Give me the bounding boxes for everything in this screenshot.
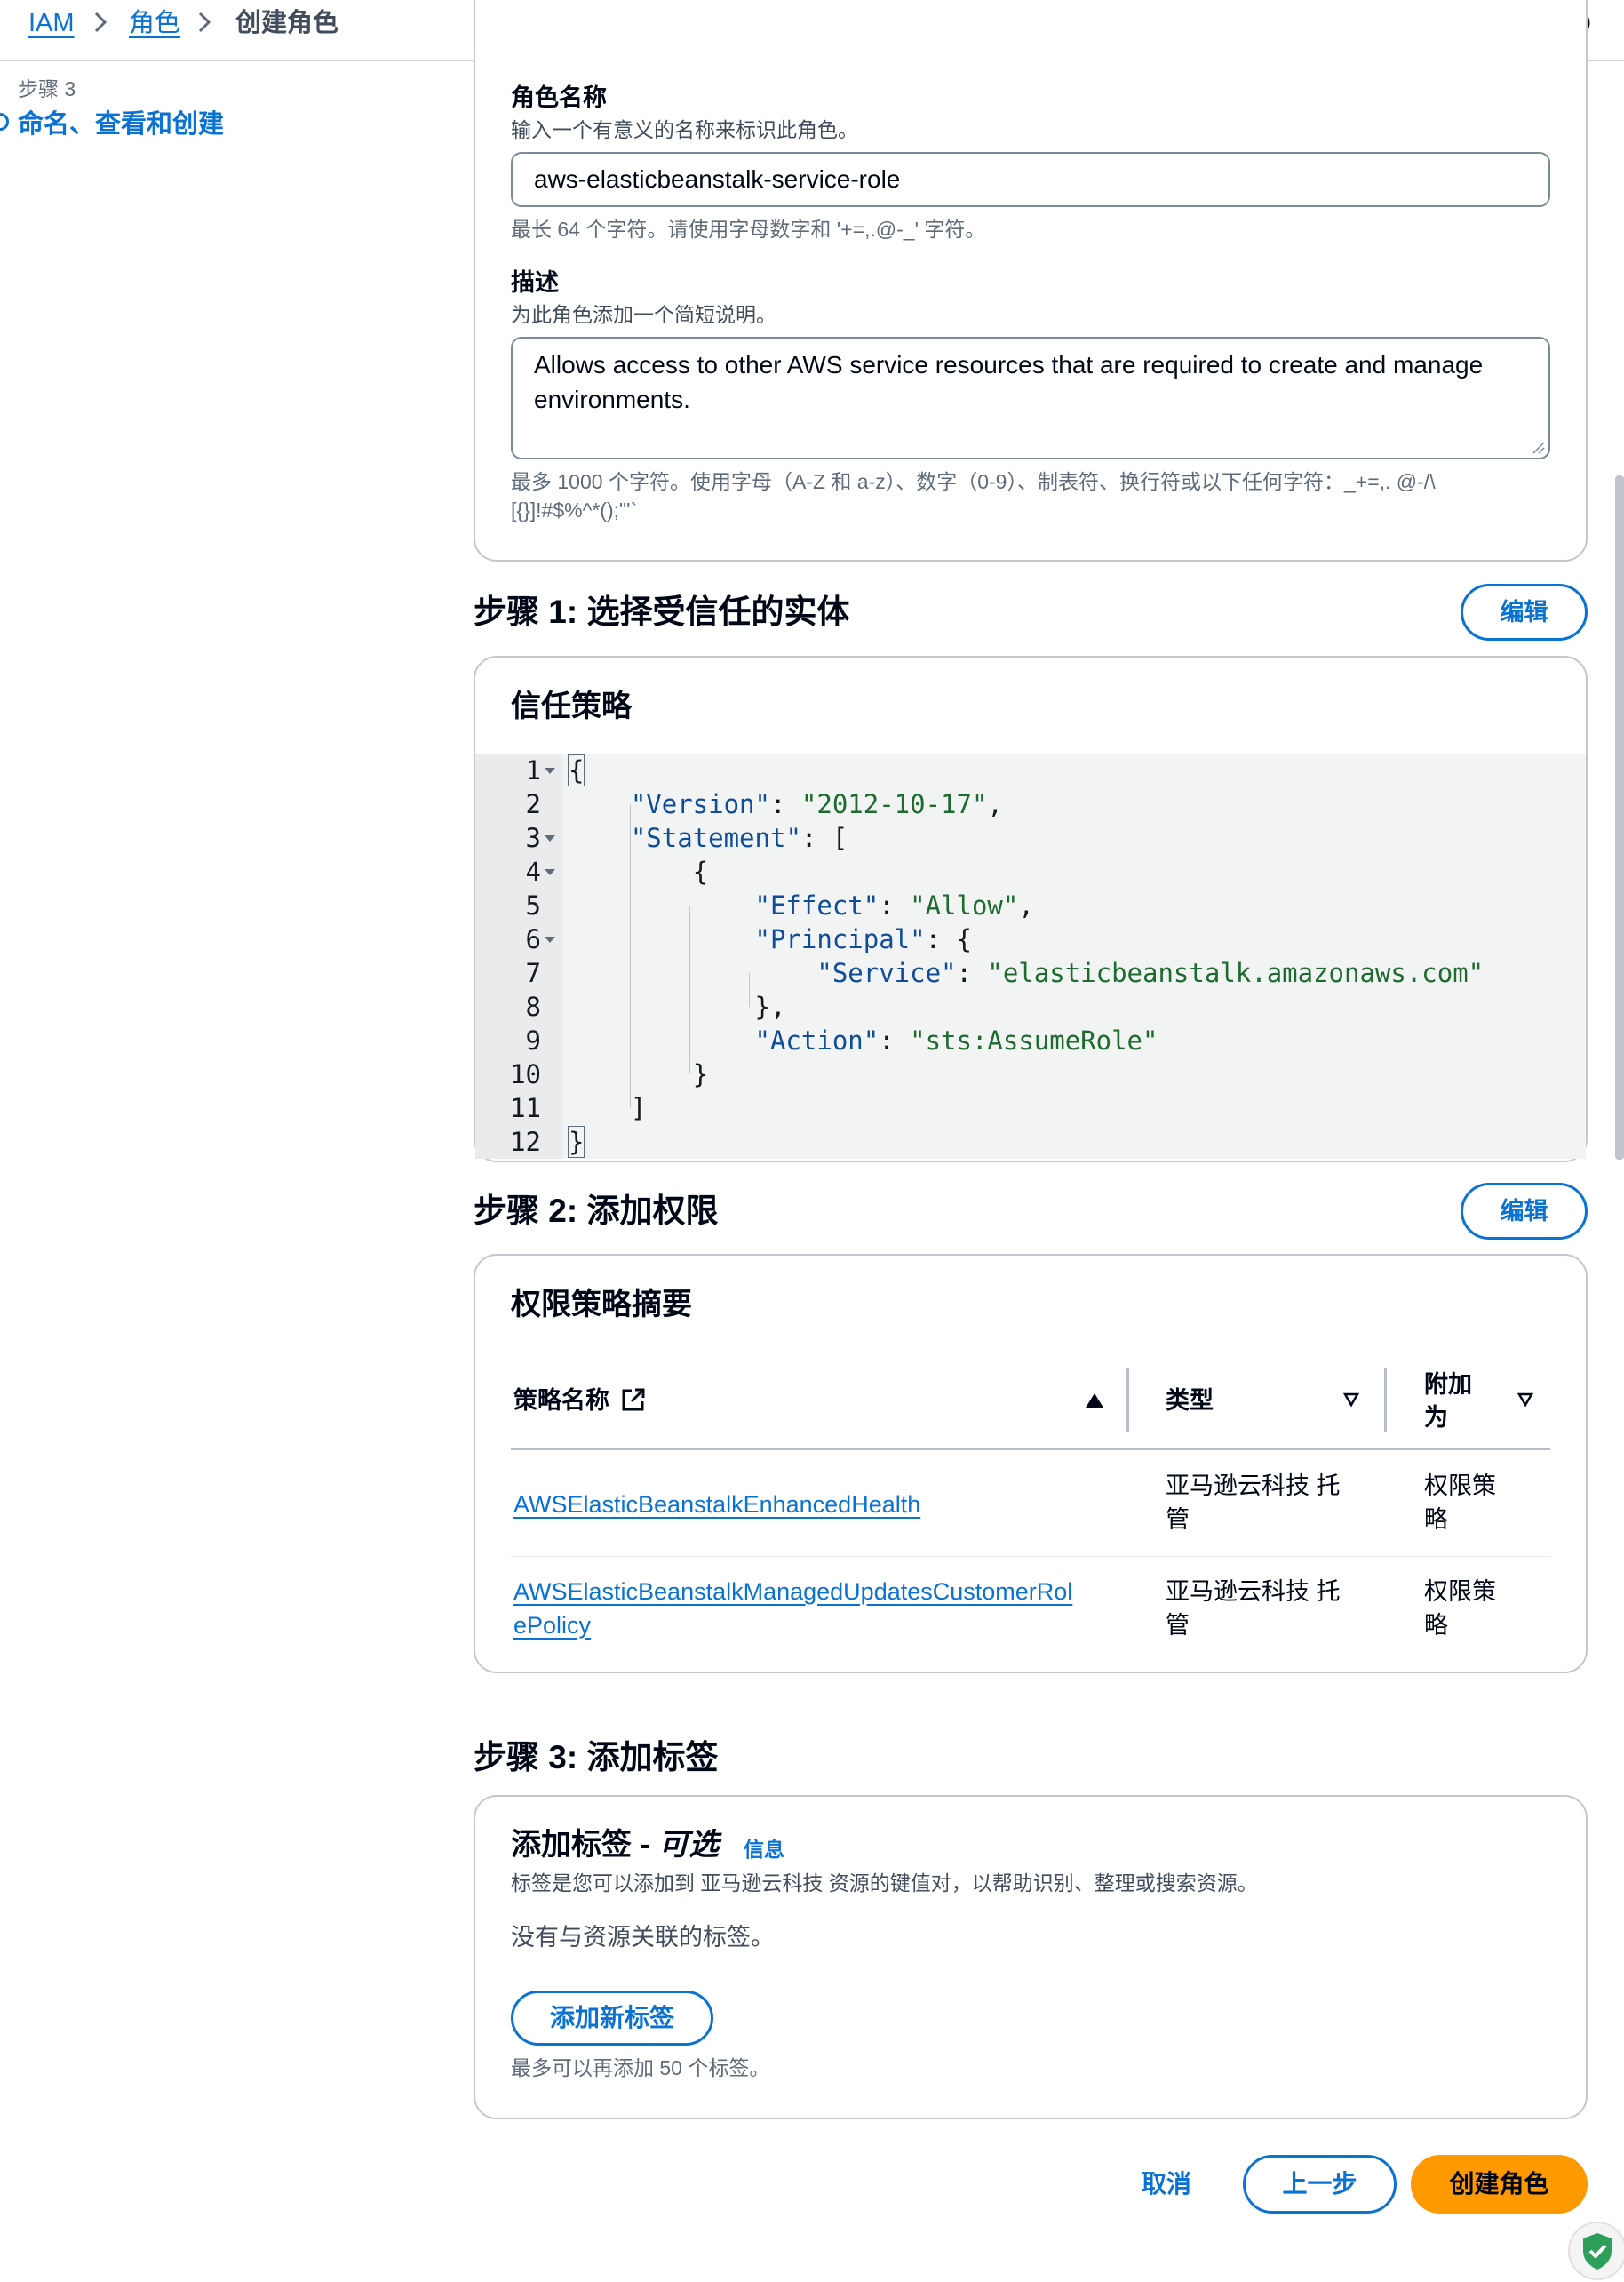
table-row-divider [511,1556,1550,1557]
fold-caret-icon[interactable] [545,869,555,875]
role-name-value: aws-elasticbeanstalk-service-role [534,165,901,193]
description-textarea[interactable]: Allows access to other AWS service resou… [511,337,1550,459]
line-number: 4 [525,857,541,887]
tags-empty-text: 没有与资源关联的标签。 [511,1924,775,1951]
description-label: 描述 [511,269,559,296]
code-line-1: { [567,754,585,786]
fold-caret-icon[interactable] [545,937,555,943]
description-line-2: environments. [534,386,690,413]
description-hint-line-1: 最多 1000 个字符。使用字母（A-Z 和 a-z）、数字（0-9）、制表符、… [511,470,1436,493]
shield-check-icon[interactable] [1565,2215,1624,2282]
sort-ascending-icon[interactable] [1086,1393,1103,1408]
create-role-button[interactable]: 创建角色 [1411,2155,1588,2214]
line-number: 11 [510,1093,541,1123]
role-name-label: 角色名称 [511,84,607,111]
table-cell-attached: 略 [1424,1506,1448,1533]
line-number: 8 [525,992,541,1022]
role-name-input[interactable]: aws-elasticbeanstalk-service-role [511,152,1550,207]
breadcrumb-iam[interactable]: IAM [28,5,75,41]
code-line-4: { [692,857,709,887]
trust-policy-title: 信任策略 [511,690,632,723]
column-attached-line-1[interactable]: 附加 [1424,1368,1472,1400]
table-header-divider [511,1448,1550,1450]
line-number: 7 [525,958,541,988]
permissions-summary-title: 权限策略摘要 [511,1288,692,1321]
column-separator[interactable] [1126,1368,1129,1432]
table-cell-type: 亚马逊云科技 托 [1166,1472,1341,1499]
line-number: 5 [525,890,541,921]
table-cell-attached: 略 [1424,1612,1448,1639]
code-line-11: ] [630,1093,647,1123]
code-line-9: "Action": "sts:AssumeRole" [754,1025,1158,1056]
description-line-1: Allows access to other AWS service resou… [534,351,1484,379]
line-number: 6 [525,924,541,954]
column-attached-line-2[interactable]: 为 [1424,1401,1448,1433]
tags-limit-text: 最多可以再添加 50 个标签。 [511,2056,770,2079]
table-cell-type: 管 [1166,1612,1190,1639]
code-line-3: "Statement": [ [630,823,848,853]
policy-link-enhanced-health[interactable]: AWSElasticBeanstalkEnhancedHealth [513,1488,920,1521]
policy-link-managed-updates-line-1[interactable]: AWSElasticBeanstalkManagedUpdatesCustome… [513,1575,1072,1608]
add-tag-button[interactable]: 添加新标签 [511,1991,713,2046]
cancel-button[interactable]: 取消 [1142,2167,1191,2201]
tags-info-link[interactable]: 信息 [744,1836,784,1863]
code-line-8: }, [754,992,786,1022]
role-name-description: 输入一个有意义的名称来标识此角色。 [511,118,858,141]
step2-title: 步骤 2: 添加权限 [474,1193,719,1229]
role-name-hint: 最长 64 个字符。请使用字母数字和 '+=,.@-_' 字符。 [511,218,986,241]
previous-button[interactable]: 上一步 [1243,2155,1397,2214]
tags-panel-title: 添加标签 - 可选 [511,1828,720,1862]
column-type[interactable]: 类型 [1166,1384,1214,1416]
step2-edit-button[interactable]: 编辑 [1461,1183,1588,1240]
tags-description: 标签是您可以添加到 亚马逊云科技 资源的键值对，以帮助识别、整理或搜索资源。 [511,1871,1258,1895]
table-cell-type: 亚马逊云科技 托 [1166,1578,1341,1605]
line-number: 9 [525,1025,541,1056]
column-policy-name[interactable]: 策略名称 [513,1384,609,1416]
step3-title: 步骤 3: 添加标签 [474,1739,719,1775]
line-number: 10 [510,1059,541,1089]
description-help: 为此角色添加一个简短说明。 [511,303,776,326]
code-line-6: "Principal": { [754,924,972,954]
fold-caret-icon[interactable] [545,835,555,842]
table-cell-attached: 权限策 [1424,1472,1496,1499]
chevron-right-icon [94,12,107,33]
table-cell-type: 管 [1166,1506,1190,1533]
step1-title: 步骤 1: 选择受信任的实体 [474,594,850,630]
step1-edit-button[interactable]: 编辑 [1461,584,1588,641]
sort-icon[interactable] [1517,1392,1533,1408]
description-hint-line-2: [{}]!#$%^*();"'` [511,499,638,522]
sidebar-step-current[interactable]: 命名、查看和创建 [18,107,224,142]
line-number: 1 [525,755,541,786]
code-line-5: "Effect": "Allow", [754,890,1034,921]
code-line-7: "Service": "elasticbeanstalk.amazonaws.c… [816,958,1485,988]
external-link-icon [622,1388,645,1411]
policy-link-managed-updates-line-2[interactable]: ePolicy [513,1608,591,1642]
resize-handle-icon[interactable] [1531,440,1545,454]
line-number: 3 [525,823,541,853]
code-line-12: } [567,1126,585,1158]
fold-caret-icon[interactable] [545,768,555,774]
breadcrumb-roles[interactable]: 角色 [129,5,180,41]
table-cell-attached: 权限策 [1424,1578,1496,1605]
line-number: 2 [525,789,541,819]
line-number: 12 [510,1127,541,1157]
code-line-2: "Version": "2012-10-17", [630,789,1003,819]
chevron-right-icon [198,12,211,33]
code-line-10: } [692,1059,709,1089]
current-step-indicator [0,113,9,131]
column-separator[interactable] [1384,1368,1387,1432]
sidebar-step-number: 步骤 3 [18,77,76,100]
sort-icon[interactable] [1343,1392,1359,1408]
breadcrumb-current: 创建角色 [235,9,339,37]
scrollbar[interactable] [1615,475,1624,1160]
